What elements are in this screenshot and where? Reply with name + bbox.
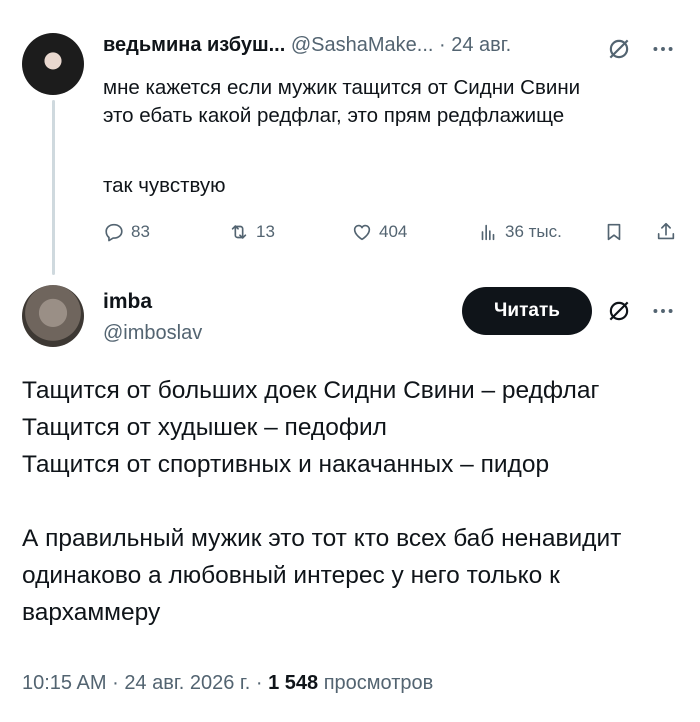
author-name[interactable]: ведьмина избуш... [103, 34, 285, 56]
more-icon[interactable] [650, 298, 676, 329]
tweet-meta: 10:15 AM · 24 авг. 2026 г. · 1 548 просм… [22, 672, 433, 695]
separator: · [255, 672, 263, 694]
tweet-header: ведьмина избуш... @SashaMake... · 24 авг… [103, 34, 511, 57]
tweet-text-line: Тащится от спортивных и накачанных – пид… [22, 451, 550, 478]
reply-icon [105, 223, 123, 242]
repost-button[interactable]: 13 [228, 221, 275, 243]
more-icon[interactable] [650, 36, 676, 67]
tweet-date[interactable]: 24 авг. 2026 г. [124, 672, 250, 694]
separator: · [439, 34, 446, 56]
tweet-text-line: так чувствую [103, 174, 226, 197]
tweet-text: Тащится от больших доек Сидни Свини – ре… [22, 372, 682, 631]
like-button[interactable]: 404 [351, 221, 407, 243]
author-name[interactable]: imba [103, 290, 152, 314]
tweet-time[interactable]: 10:15 AM [22, 672, 107, 694]
author-handle[interactable]: @SashaMake... [291, 34, 434, 56]
reply-button[interactable]: 83 [103, 221, 150, 243]
avatar[interactable] [22, 33, 84, 95]
views-button[interactable]: 36 тыс. [477, 221, 562, 243]
tweet-text-line: это ебать какой редфлаг, это прям редфла… [103, 104, 565, 127]
author-handle[interactable]: @imboslav [103, 322, 202, 345]
repost-count: 13 [256, 222, 275, 241]
share-button[interactable] [655, 221, 677, 243]
tweet-text-line: вархаммеру [22, 599, 161, 626]
tweet-text-line: А правильный мужик это тот кто всех баб … [22, 525, 622, 552]
bookmark-button[interactable] [603, 221, 625, 243]
follow-button[interactable]: Читать [462, 287, 592, 335]
avatar[interactable] [22, 285, 84, 347]
reply-count: 83 [131, 222, 150, 241]
repost-icon [231, 225, 247, 239]
action-bar: 83 13 404 36 тыс. [103, 221, 683, 247]
grok-icon[interactable] [606, 298, 632, 329]
views-chart-icon [481, 224, 495, 241]
like-count: 404 [379, 222, 408, 241]
tweet-text-line: одинаково а любовный интерес у него толь… [22, 562, 560, 589]
tweet-date[interactable]: 24 авг. [451, 34, 511, 56]
tweet-text: мне кажется если мужик тащится от Сидни … [103, 74, 683, 200]
tweet-text-line: Тащится от больших доек Сидни Свини – ре… [22, 377, 600, 404]
heart-icon [353, 224, 371, 241]
thread-connector [52, 100, 55, 275]
bookmark-icon [607, 223, 621, 241]
tweet-text-line: Тащится от худышек – педофил [22, 414, 387, 441]
view-count: 36 тыс. [505, 222, 562, 241]
tweet-text-line: мне кажется если мужик тащится от Сидни … [103, 76, 581, 99]
separator: · [112, 672, 119, 694]
views-label: просмотров [323, 672, 434, 694]
grok-icon[interactable] [606, 36, 632, 67]
view-count: 1 548 [268, 672, 319, 694]
share-icon [657, 222, 675, 240]
